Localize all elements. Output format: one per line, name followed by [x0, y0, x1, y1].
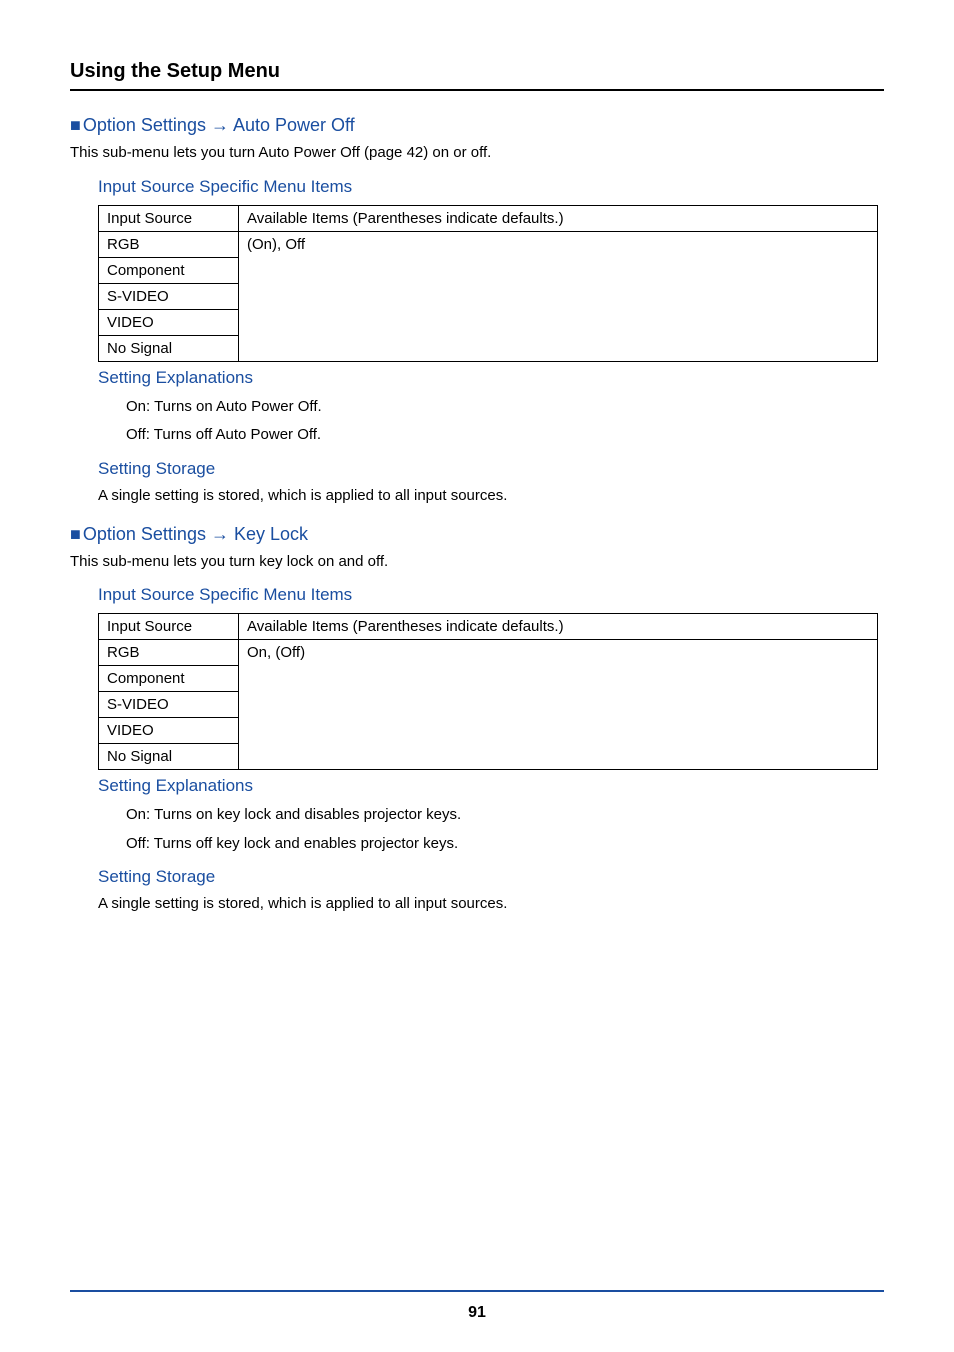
section-description: This sub-menu lets you turn key lock on …	[70, 551, 884, 574]
setting-explanations-title: Setting Explanations	[98, 776, 884, 796]
square-bullet-icon: ■	[70, 115, 81, 135]
table-cell: VIDEO	[99, 309, 239, 335]
divider	[70, 89, 884, 91]
table-cell: No Signal	[99, 744, 239, 770]
table-row: Input Source Available Items (Parenthese…	[99, 614, 878, 640]
page-title: Using the Setup Menu	[70, 60, 884, 83]
footer-divider	[70, 1290, 884, 1292]
table-cell: RGB	[99, 640, 239, 666]
section-heading-key-lock: ■Option Settings → Key Lock	[70, 524, 884, 545]
page-number: 91	[0, 1304, 954, 1322]
table-row: Input Source Available Items (Parenthese…	[99, 205, 878, 231]
square-bullet-icon: ■	[70, 524, 81, 544]
setting-storage-title: Setting Storage	[98, 867, 884, 887]
table-row: RGB (On), Off	[99, 231, 878, 257]
input-source-table: Input Source Available Items (Parenthese…	[98, 205, 878, 362]
setting-storage-title: Setting Storage	[98, 459, 884, 479]
table-header-available: Available Items (Parentheses indicate de…	[239, 614, 878, 640]
explanation-off: Off: Turns off Auto Power Off.	[126, 424, 884, 447]
table-cell: S-VIDEO	[99, 283, 239, 309]
table-header-available: Available Items (Parentheses indicate de…	[239, 205, 878, 231]
table-cell: VIDEO	[99, 718, 239, 744]
table-row: RGB On, (Off)	[99, 640, 878, 666]
setting-storage-text: A single setting is stored, which is app…	[98, 895, 884, 912]
input-source-table: Input Source Available Items (Parenthese…	[98, 613, 878, 770]
section-heading-auto-power-off: ■Option Settings → Auto Power Off	[70, 115, 884, 136]
table-header-source: Input Source	[99, 205, 239, 231]
input-source-items-title: Input Source Specific Menu Items	[98, 177, 884, 197]
explanation-on: On: Turns on Auto Power Off.	[126, 396, 884, 419]
table-header-source: Input Source	[99, 614, 239, 640]
section-description: This sub-menu lets you turn Auto Power O…	[70, 142, 884, 165]
table-cell: Component	[99, 257, 239, 283]
setting-storage-text: A single setting is stored, which is app…	[98, 487, 884, 504]
table-cell: RGB	[99, 231, 239, 257]
table-cell: S-VIDEO	[99, 692, 239, 718]
table-cell-value: On, (Off)	[239, 640, 878, 770]
section-heading-text: Option Settings → Auto Power Off	[83, 115, 355, 135]
section-heading-text: Option Settings → Key Lock	[83, 524, 308, 544]
input-source-items-title: Input Source Specific Menu Items	[98, 585, 884, 605]
table-cell: No Signal	[99, 335, 239, 361]
explanation-off: Off: Turns off key lock and enables proj…	[126, 833, 884, 856]
table-cell-value: (On), Off	[239, 231, 878, 361]
setting-explanations-title: Setting Explanations	[98, 368, 884, 388]
table-cell: Component	[99, 666, 239, 692]
explanation-on: On: Turns on key lock and disables proje…	[126, 804, 884, 827]
